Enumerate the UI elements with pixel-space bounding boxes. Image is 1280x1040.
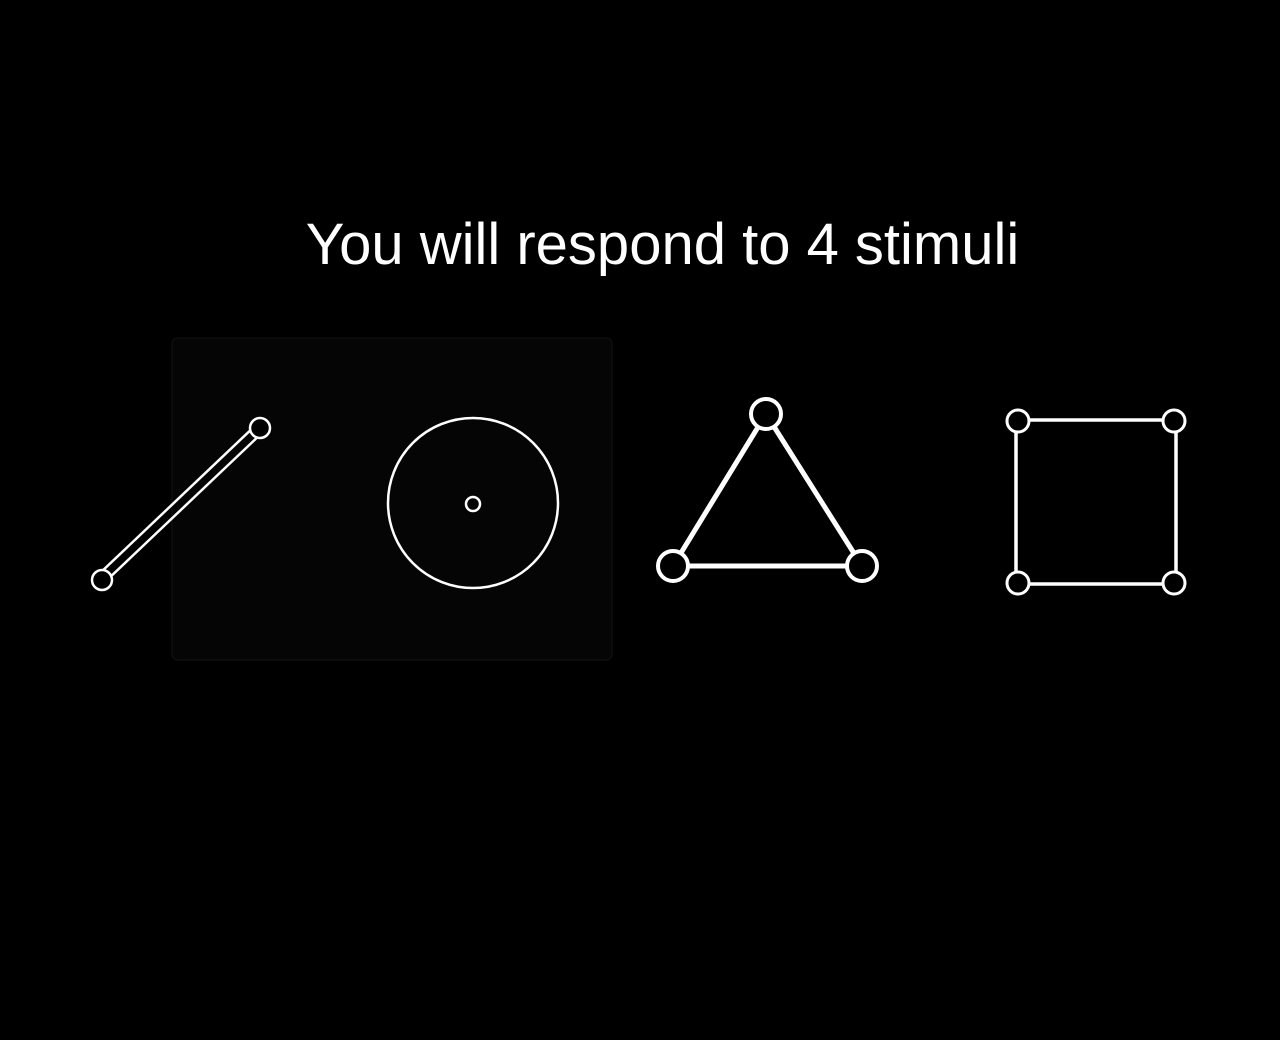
stimuli-row <box>90 337 1187 661</box>
triangle-stimulus-icon <box>656 397 879 583</box>
square-stimulus-icon <box>1005 408 1187 596</box>
task-screen: You will respond to 4 stimuli <box>0 0 1280 1040</box>
stimulus-backdrop-panel <box>171 337 613 661</box>
